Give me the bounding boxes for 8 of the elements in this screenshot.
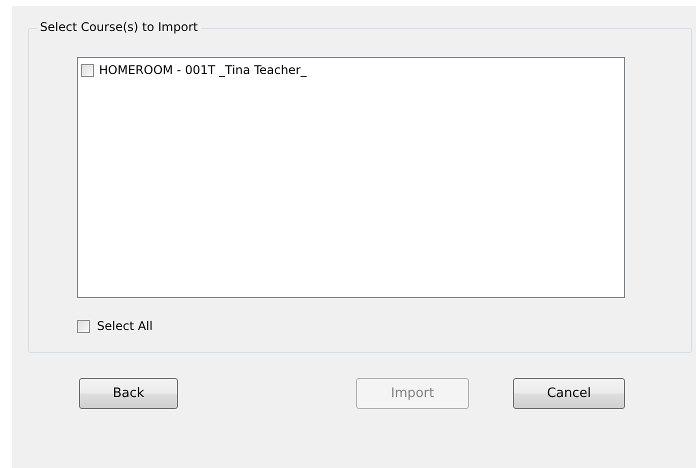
checkbox[interactable] — [77, 320, 90, 332]
course-list[interactable]: HOMEROOM - 001T _Tina Teacher_ — [77, 57, 625, 298]
dialog-button[interactable]: Back — [79, 378, 178, 409]
group-title: Select Course(s) to Import — [37, 20, 201, 34]
dialog-button[interactable]: Cancel — [513, 378, 625, 409]
select-all-label[interactable]: Select All — [97, 319, 153, 333]
course-label[interactable]: HOMEROOM - 001T _Tina Teacher_ — [99, 63, 307, 77]
checkbox[interactable] — [81, 64, 94, 76]
